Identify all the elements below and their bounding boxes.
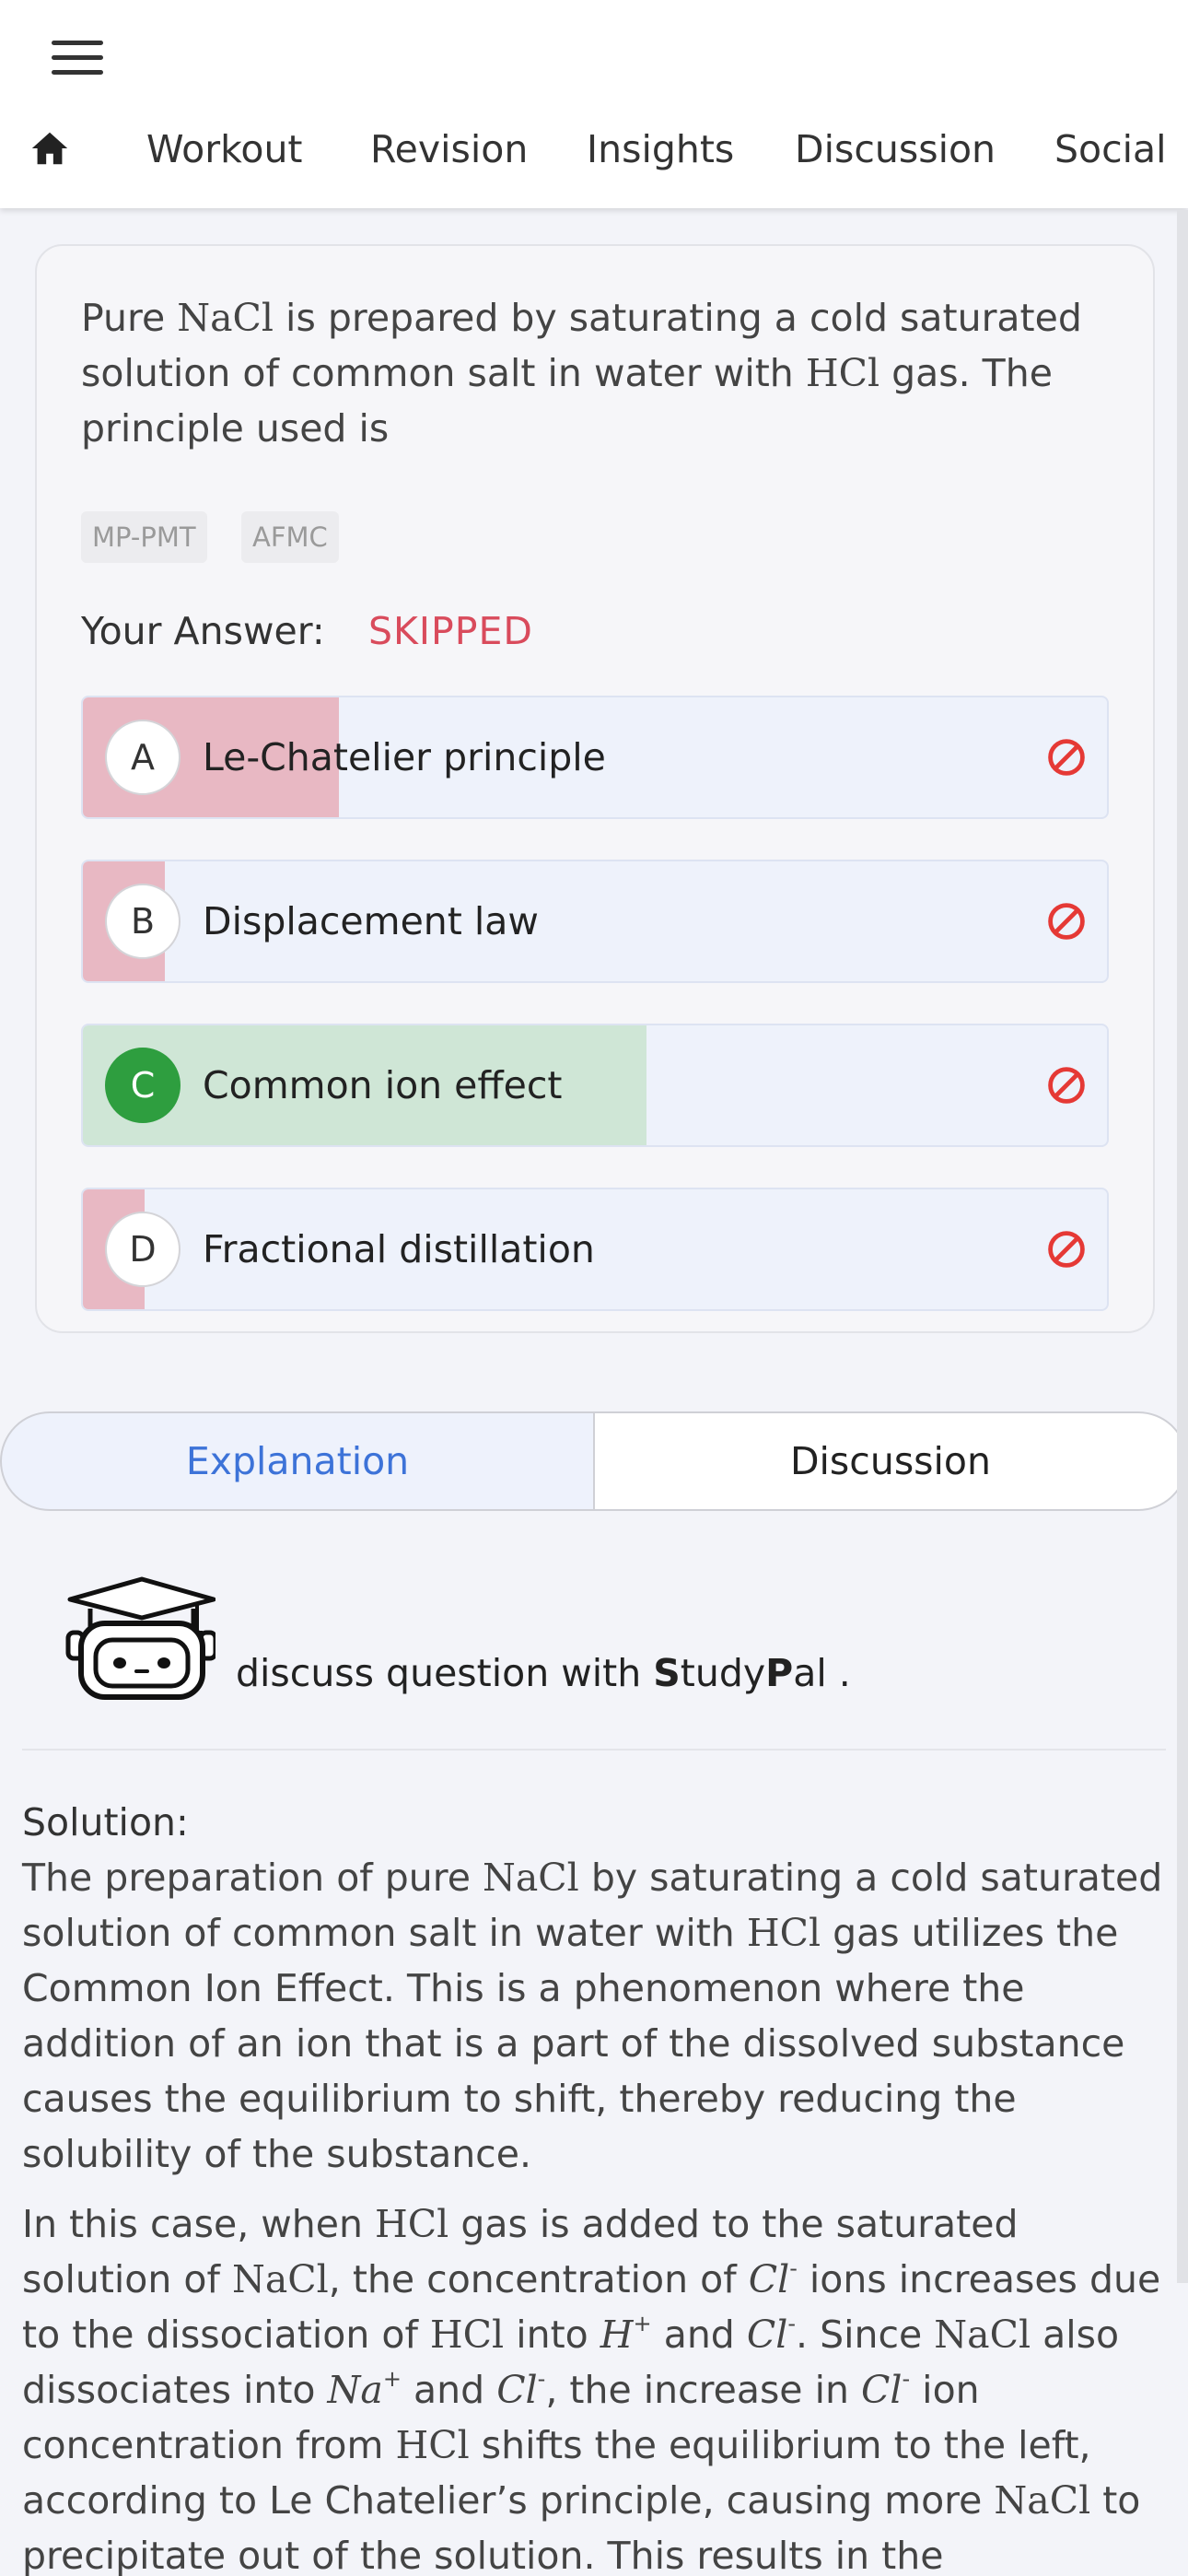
ban-icon <box>1048 903 1085 940</box>
option-letter: D <box>105 1212 181 1287</box>
studypal-robot-icon <box>65 1576 215 1700</box>
option-a[interactable]: A Le-Chatelier principle <box>81 696 1109 819</box>
menu-icon[interactable] <box>52 41 103 76</box>
scrollbar[interactable] <box>1177 210 1188 2283</box>
option-letter: C <box>105 1048 181 1123</box>
ban-icon <box>1048 1231 1085 1268</box>
option-c[interactable]: C Common ion effect <box>81 1024 1109 1147</box>
nav-workout[interactable]: Workout <box>146 122 303 177</box>
solution-heading: Solution: <box>22 1800 189 1844</box>
main-nav: Workout Revision Insights Discussion Soc… <box>0 122 1188 177</box>
nav-social[interactable]: Social <box>1054 122 1167 177</box>
explanation-tabs: Explanation Discussion <box>0 1411 1188 1511</box>
exam-tag: MP-PMT <box>81 511 207 563</box>
studypal-text[interactable]: discuss question with StudyPal . <box>236 1645 851 1701</box>
ban-icon <box>1048 1067 1085 1104</box>
solution-section: Solution: The preparation of pure NaCl b… <box>22 1795 1173 2576</box>
option-letter: A <box>105 720 181 795</box>
home-icon[interactable] <box>28 127 72 170</box>
option-label: Fractional distillation <box>203 1227 595 1271</box>
option-label: Common ion effect <box>203 1063 563 1107</box>
question-text: Pure NaCl is prepared by saturating a co… <box>81 296 1082 451</box>
nav-discussion[interactable]: Discussion <box>795 122 996 177</box>
nav-insights[interactable]: Insights <box>587 122 734 177</box>
ban-icon <box>1048 739 1085 776</box>
option-label: Le-Chatelier principle <box>203 735 606 779</box>
option-letter: B <box>105 884 181 959</box>
option-d[interactable]: D Fractional distillation <box>81 1188 1109 1311</box>
your-answer-label: Your Answer: <box>81 609 325 653</box>
option-b[interactable]: B Displacement law <box>81 860 1109 983</box>
section-divider <box>22 1749 1166 1751</box>
your-answer-status: SKIPPED <box>368 609 533 653</box>
solution-paragraph-2: In this case, when HCl gas is added to t… <box>22 2202 1161 2576</box>
solution-paragraph-1: The preparation of pure NaCl by saturati… <box>22 1856 1163 2176</box>
nav-revision[interactable]: Revision <box>370 122 528 177</box>
question-card: Pure NaCl is prepared by saturating a co… <box>35 244 1155 1333</box>
exam-tag: AFMC <box>241 511 339 563</box>
option-label: Displacement law <box>203 899 539 943</box>
top-header: Workout Revision Insights Discussion Soc… <box>0 0 1188 208</box>
tab-discussion[interactable]: Discussion <box>593 1411 1188 1511</box>
tab-explanation[interactable]: Explanation <box>0 1411 595 1511</box>
studypal-prompt[interactable]: discuss question with StudyPal . <box>0 1566 1188 1751</box>
